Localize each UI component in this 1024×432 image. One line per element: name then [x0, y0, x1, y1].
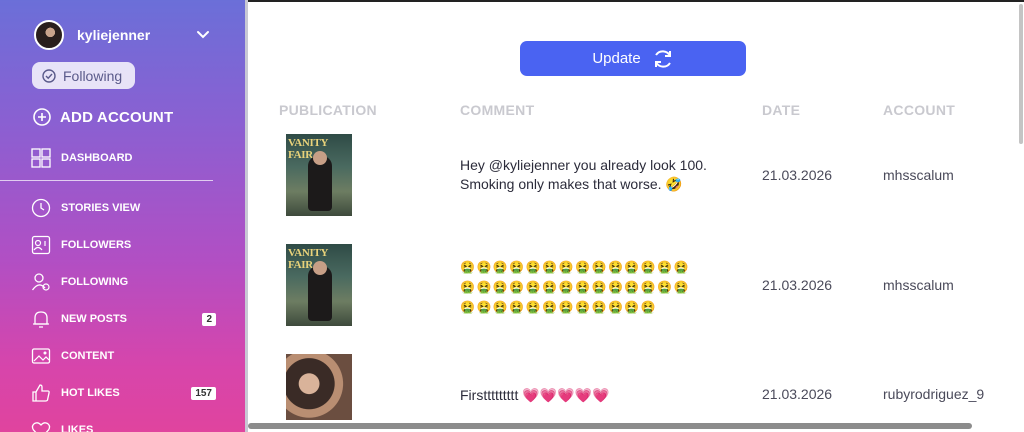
account-username: kyliejenner [77, 27, 151, 43]
add-account-button[interactable]: ADD ACCOUNT [33, 108, 173, 126]
following-label: Following [63, 67, 123, 84]
check-circle-icon [42, 68, 56, 83]
menu-item-likes[interactable]: LIKES [31, 420, 216, 432]
thumbs-up-icon [32, 384, 50, 402]
comment-text: Hey @kyliejenner you already look 100. S… [460, 157, 707, 192]
header-account: ACCOUNT [883, 102, 956, 118]
sidebar: kyliejenner Following ADD ACCOUNT DASHBO… [0, 0, 247, 432]
update-button[interactable]: Update [520, 41, 746, 76]
following-icon [31, 273, 50, 291]
comment-date: 21.03.2026 [762, 167, 833, 183]
comment-text: 🤮🤮🤮🤮🤮🤮🤮🤮🤮🤮🤮🤮🤮🤮 🤮🤮🤮🤮🤮🤮🤮🤮🤮🤮🤮🤮🤮🤮 🤮🤮🤮🤮🤮🤮🤮🤮🤮🤮… [460, 257, 750, 317]
image-icon [31, 348, 51, 364]
account-switcher[interactable]: kyliejenner [34, 20, 214, 50]
header-comment: COMMENT [460, 102, 535, 118]
thumb-head [313, 261, 327, 275]
menu-item-hot-likes[interactable]: HOT LIKES 157 [31, 383, 216, 403]
horizontal-scrollbar[interactable] [248, 423, 972, 429]
comment-date: 21.03.2026 [762, 386, 833, 402]
menu-item-dashboard[interactable]: DASHBOARD [31, 148, 216, 168]
menu-label: DASHBOARD [61, 152, 133, 164]
thumb-head [313, 151, 327, 165]
following-button[interactable]: Following [32, 62, 135, 89]
hot-likes-badge: 157 [191, 386, 216, 400]
sidebar-scrollbar[interactable] [245, 0, 248, 432]
comment-text: Firsttttttttt 💗💗💗💗💗 [460, 387, 610, 403]
comment-line: 🤮🤮🤮🤮🤮🤮🤮🤮🤮🤮🤮🤮 [460, 300, 658, 314]
followers-icon [31, 235, 51, 255]
comment-date: 21.03.2026 [762, 277, 833, 293]
sidebar-divider [0, 180, 213, 181]
menu-item-stories-view[interactable]: STORIES VIEW [31, 198, 216, 218]
update-label: Update [592, 50, 641, 67]
clock-icon [31, 198, 51, 218]
header-publication: PUBLICATION [279, 102, 377, 118]
menu-label: LIKES [61, 424, 94, 432]
menu-item-followers[interactable]: FOLLOWERS [31, 235, 216, 255]
comment-account[interactable]: rubyrodriguez_9 [883, 386, 984, 402]
menu-label: STORIES VIEW [61, 202, 141, 214]
publication-thumbnail[interactable]: VANITY FAIR [286, 244, 352, 326]
publication-thumbnail[interactable] [286, 354, 352, 420]
add-account-label: ADD ACCOUNT [60, 108, 174, 126]
plus-circle-icon [33, 108, 51, 126]
menu-label: FOLLOWING [61, 276, 129, 288]
comment-line: 🤮🤮🤮🤮🤮🤮🤮🤮🤮🤮🤮🤮🤮🤮 [460, 280, 691, 294]
vertical-scrollbar[interactable] [1019, 4, 1023, 144]
publication-thumbnail[interactable]: VANITY FAIR [286, 134, 352, 216]
chevron-down-icon[interactable] [196, 27, 210, 41]
heart-icon [31, 422, 51, 432]
menu-item-new-posts[interactable]: NEW POSTS 2 [31, 309, 216, 329]
refresh-icon [654, 49, 671, 68]
top-border [248, 0, 1024, 2]
menu-label: CONTENT [61, 350, 115, 362]
comment-account[interactable]: mhsscalum [883, 277, 954, 293]
menu-label: FOLLOWERS [61, 239, 132, 251]
menu-label: NEW POSTS [61, 313, 128, 325]
dashboard-icon [31, 148, 51, 168]
comment-line: 🤮🤮🤮🤮🤮🤮🤮🤮🤮🤮🤮🤮🤮🤮 [460, 260, 691, 274]
menu-item-following[interactable]: FOLLOWING [31, 272, 216, 292]
bell-icon [33, 311, 49, 328]
menu-label: HOT LIKES [61, 387, 120, 399]
avatar [34, 20, 64, 50]
menu-item-content[interactable]: CONTENT [31, 346, 216, 366]
comment-account[interactable]: mhsscalum [883, 167, 954, 183]
new-posts-badge: 2 [202, 312, 216, 326]
header-date: DATE [762, 102, 801, 118]
